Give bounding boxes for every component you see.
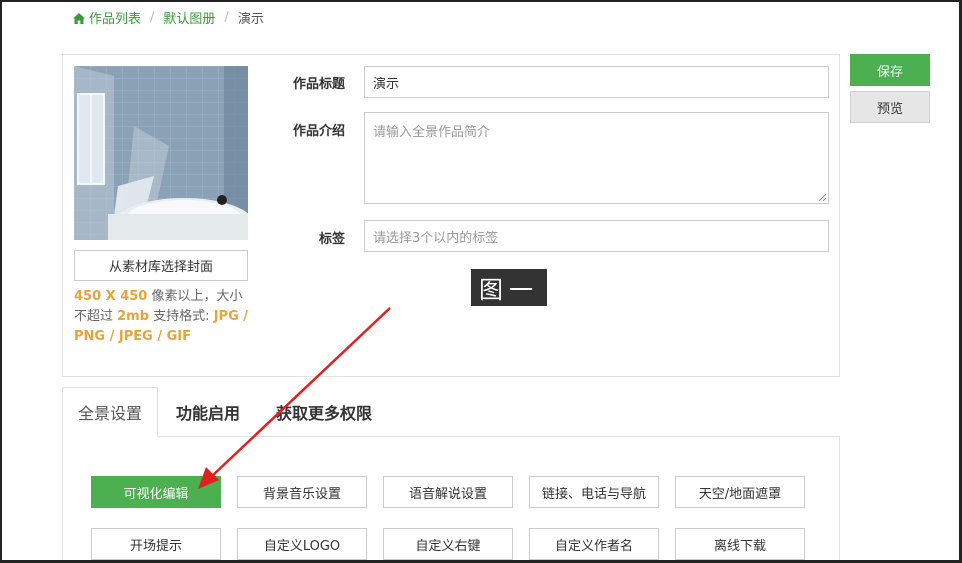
resize-grip-icon[interactable] [818, 193, 826, 201]
intro-textarea[interactable]: 请输入全景作品简介 [364, 112, 829, 204]
tab-panorama-settings[interactable]: 全景设置 [62, 387, 158, 437]
preview-button[interactable]: 预览 [850, 91, 930, 123]
cover-image-graphic [74, 66, 248, 240]
offline-download-button[interactable]: 离线下载 [675, 528, 805, 560]
home-icon [73, 13, 85, 24]
breadcrumb: 作品列表 / 默认图册 / 演示 [73, 8, 264, 27]
opening-tip-button[interactable]: 开场提示 [91, 528, 221, 560]
tags-input[interactable]: 请选择3个以内的标签 [364, 220, 829, 252]
bgm-settings-button[interactable]: 背景音乐设置 [237, 476, 367, 508]
title-input[interactable]: 演示 [364, 66, 829, 98]
tab-more-permissions[interactable]: 获取更多权限 [262, 387, 386, 437]
breadcrumb-separator: / [224, 10, 229, 25]
cover-image[interactable] [74, 66, 248, 240]
settings-tabs: 全景设置 功能启用 获取更多权限 [62, 387, 840, 437]
link-phone-nav-button[interactable]: 链接、电话与导航 [529, 476, 659, 508]
choose-cover-button[interactable]: 从素材库选择封面 [74, 250, 248, 281]
breadcrumb-item-works[interactable]: 作品列表 [73, 8, 141, 27]
sky-ground-mask-button[interactable]: 天空/地面遮罩 [675, 476, 805, 508]
save-button[interactable]: 保存 [850, 54, 930, 86]
breadcrumb-separator: / [150, 10, 155, 25]
intro-label: 作品介绍 [292, 124, 345, 139]
breadcrumb-item-current: 演示 [237, 12, 264, 27]
tags-label: 标签 [318, 232, 345, 247]
custom-logo-button[interactable]: 自定义LOGO [237, 528, 367, 560]
visual-edit-button[interactable]: 可视化编辑 [91, 476, 221, 508]
work-info-panel: 从素材库选择封面 450 X 450 像素以上，大小不超过 2mb 支持格式: … [62, 54, 840, 377]
title-label: 作品标题 [292, 77, 345, 92]
intro-placeholder: 请输入全景作品简介 [373, 125, 491, 140]
figure-caption: 图一 [471, 269, 547, 306]
breadcrumb-item-album[interactable]: 默认图册 [163, 8, 215, 27]
cover-hint: 450 X 450 像素以上，大小不超过 2mb 支持格式: JPG / PNG… [74, 289, 249, 344]
custom-right-click-button[interactable]: 自定义右键 [383, 528, 513, 560]
voice-narration-button[interactable]: 语音解说设置 [383, 476, 513, 508]
custom-author-button[interactable]: 自定义作者名 [529, 528, 659, 560]
tab-feature-enable[interactable]: 功能启用 [162, 387, 254, 437]
